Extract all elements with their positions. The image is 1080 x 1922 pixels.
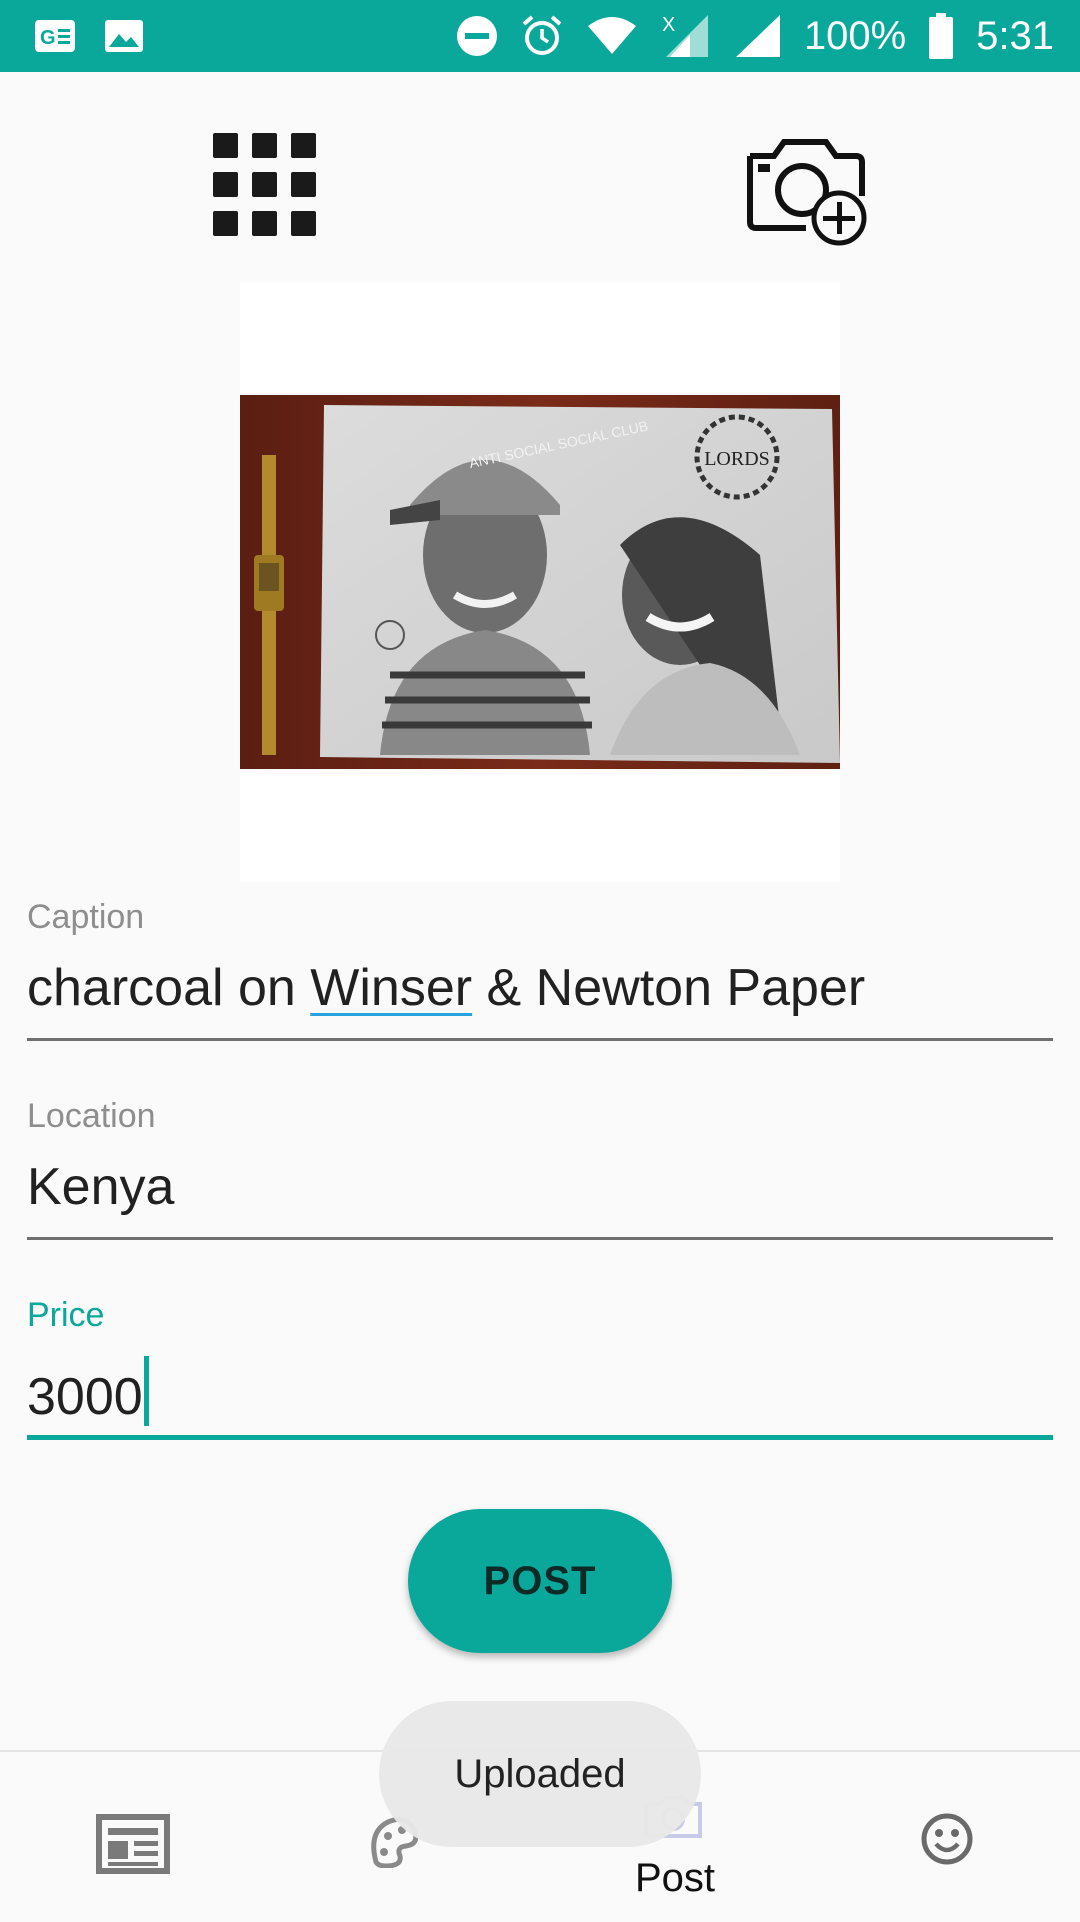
price-value: 3000 — [27, 1368, 143, 1426]
caption-label: Caption — [27, 898, 145, 936]
post-button[interactable]: POST — [408, 1509, 672, 1653]
battery-percent: 100% — [803, 13, 907, 58]
stamp-text: LORDS — [704, 448, 770, 470]
clock: 5:31 — [976, 13, 1054, 58]
location-underline — [27, 1237, 1053, 1240]
caption-misspelled-word[interactable]: Winser — [310, 959, 472, 1017]
alarm-icon — [520, 14, 564, 58]
wifi-icon — [586, 16, 638, 56]
image-preview[interactable]: ANTI SOCIAL SOCIAL CLUB LORDS — [240, 282, 840, 882]
caption-input[interactable]: charcoal on Winser & Newton Paper — [27, 958, 865, 1018]
no-data-signal-icon: X — [660, 11, 710, 61]
newspaper-icon — [96, 1814, 170, 1879]
news-notification-icon: G — [34, 19, 76, 53]
image-notification-icon — [104, 19, 144, 53]
nav-item-news[interactable] — [0, 1752, 270, 1922]
location-field[interactable]: Location Kenya — [27, 1097, 1053, 1242]
caption-field[interactable]: Caption charcoal on Winser & Newton Pape… — [27, 898, 1053, 1043]
text-cursor — [143, 1356, 149, 1426]
camera-add-icon[interactable] — [744, 134, 868, 248]
status-bar: G X 100% 5:31 — [0, 0, 1080, 72]
price-field[interactable]: Price 3000 — [27, 1296, 1053, 1442]
battery-icon — [928, 13, 954, 59]
caption-text-part: charcoal on — [27, 959, 311, 1017]
price-label: Price — [27, 1296, 105, 1334]
do-not-disturb-icon — [456, 15, 498, 57]
location-input[interactable]: Kenya — [27, 1157, 174, 1217]
caption-text-part: & Newton Paper — [472, 959, 866, 1017]
svg-text:X: X — [662, 14, 675, 36]
grid-icon[interactable] — [212, 132, 318, 238]
caption-underline — [27, 1038, 1053, 1041]
toast-message: Uploaded — [379, 1701, 701, 1847]
photo-preview: ANTI SOCIAL SOCIAL CLUB LORDS — [240, 395, 840, 769]
nav-label-post: Post — [634, 1856, 716, 1900]
signal-icon — [732, 13, 782, 59]
price-input[interactable]: 3000 — [27, 1356, 149, 1427]
svg-text:G: G — [40, 27, 56, 49]
nav-item-profile[interactable] — [810, 1752, 1080, 1922]
location-label: Location — [27, 1097, 156, 1135]
smiley-icon — [920, 1812, 974, 1871]
price-underline — [27, 1435, 1053, 1440]
